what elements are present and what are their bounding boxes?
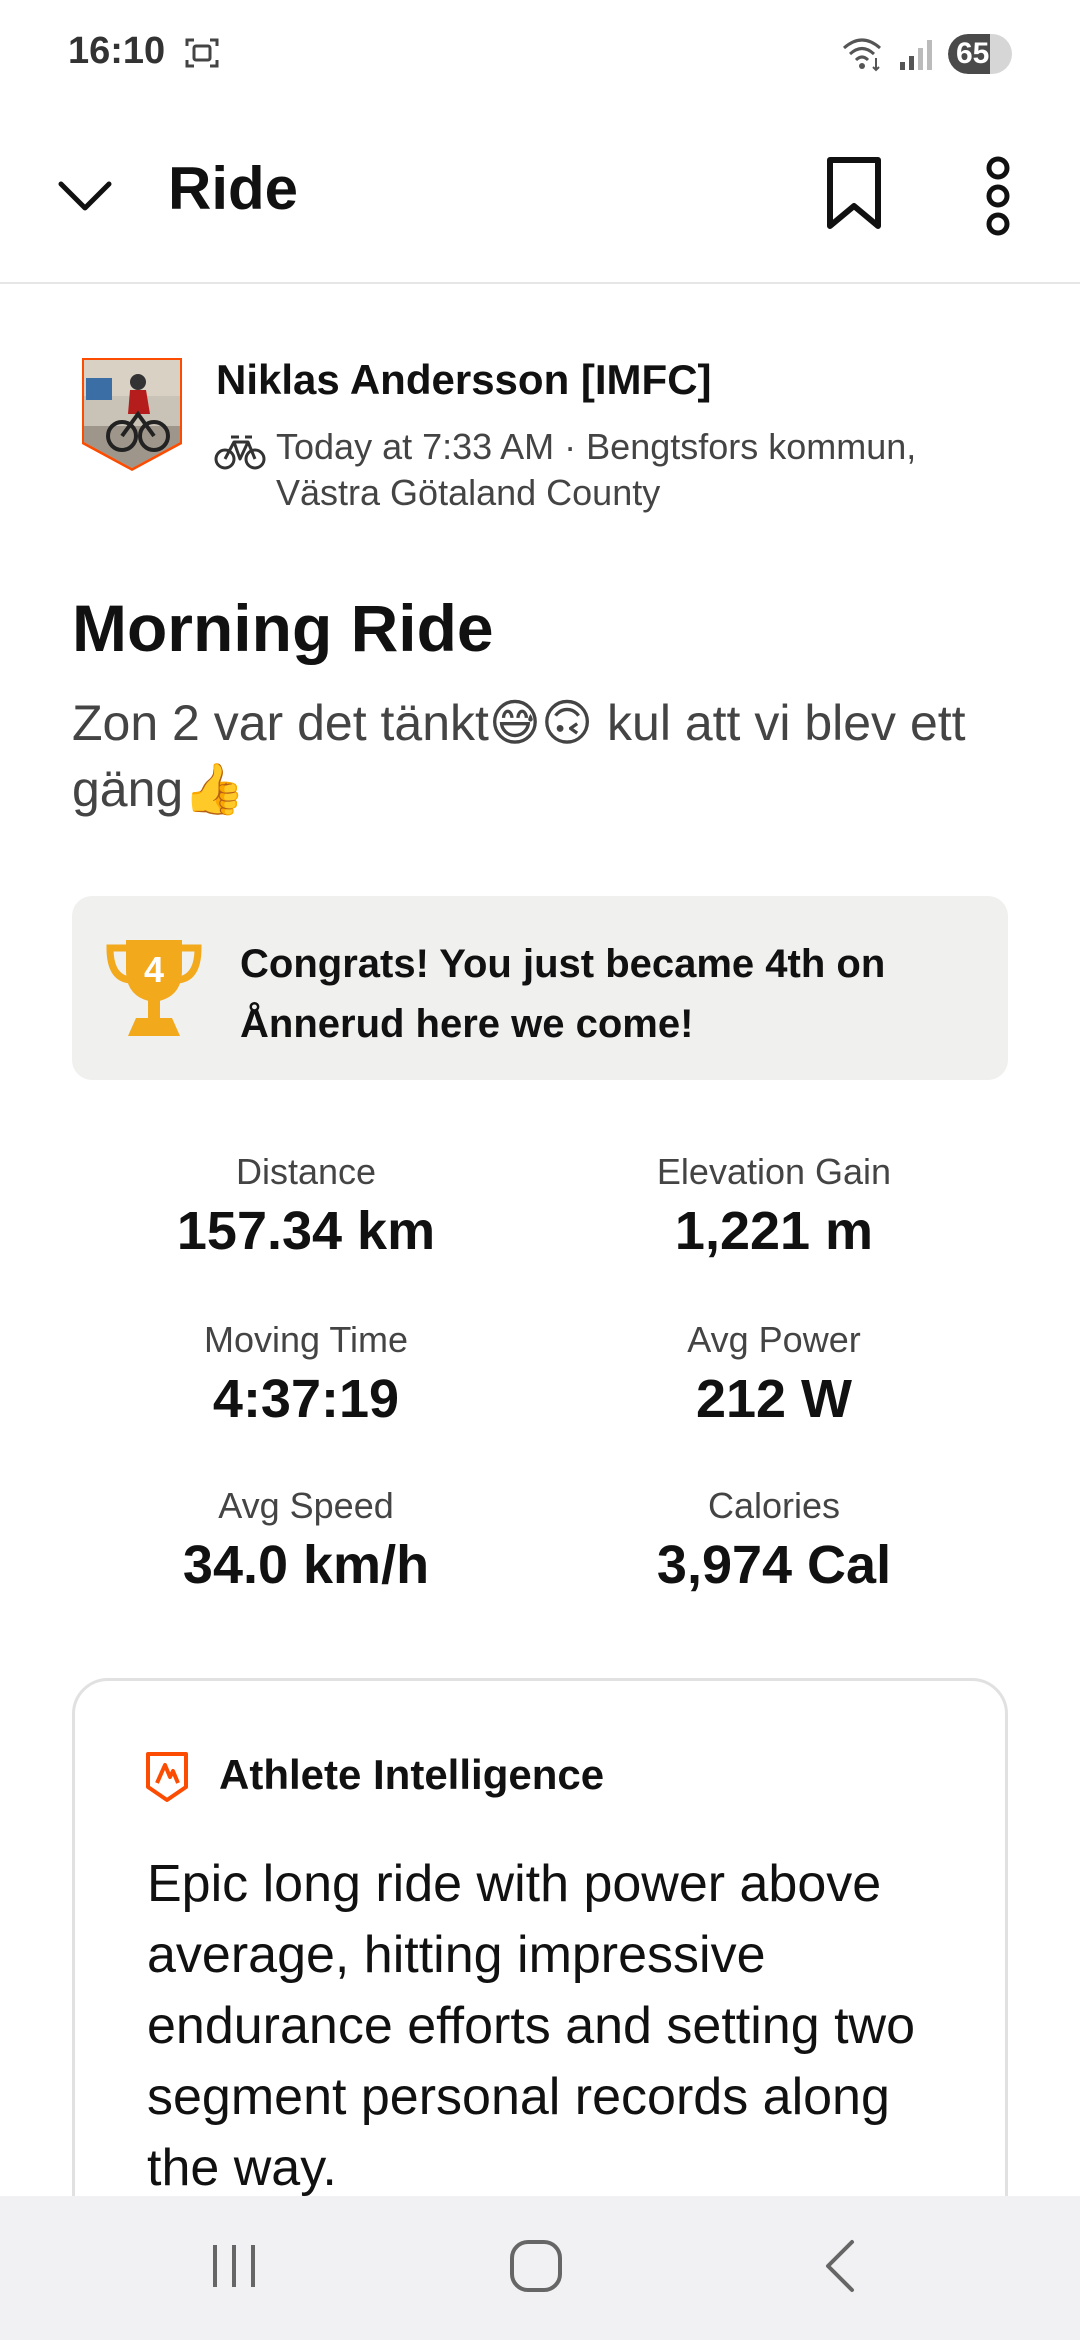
- athlete-intelligence-icon: [145, 1751, 189, 1803]
- stat-label: Distance: [235, 1151, 377, 1192]
- stat-label: Calories: [707, 1485, 841, 1526]
- stat-value: 34.0 km/h: [182, 1535, 430, 1595]
- back-icon: [820, 2238, 860, 2299]
- stat-label: Moving Time: [203, 1319, 409, 1360]
- bike-icon: [214, 432, 266, 472]
- achievement-card[interactable]: 4 Congrats! You just became 4th on Ånner…: [72, 896, 1008, 1080]
- trophy-icon: 4: [104, 936, 204, 1040]
- stat-value: 3,974 Cal: [656, 1535, 892, 1595]
- page-title: Ride: [168, 155, 299, 222]
- collapse-button[interactable]: [50, 158, 120, 238]
- athlete-intelligence-body: Epic long ride with power above average,…: [147, 1855, 915, 2197]
- stat-label: Avg Speed: [218, 1485, 394, 1526]
- battery-text: 65: [956, 37, 990, 70]
- stat-label: Avg Power: [687, 1319, 861, 1360]
- activity-description: Zon 2 var det tänkt😅🙃 kul att vi blev et…: [72, 695, 966, 817]
- signal-icon: [894, 34, 938, 74]
- stat-avg-power: Avg Power 212 W: [540, 1318, 1008, 1430]
- stat-value: 212 W: [695, 1369, 853, 1429]
- stat-value: 1,221 m: [674, 1201, 874, 1261]
- stat-value: 157.34 km: [176, 1201, 436, 1261]
- more-vertical-icon: [983, 156, 1013, 241]
- recents-icon: [209, 2241, 259, 2296]
- back-button[interactable]: [790, 2232, 890, 2304]
- achievement-text: Congrats! You just became 4th on Ånnerud…: [240, 942, 886, 1046]
- trophy-rank: 4: [144, 949, 164, 990]
- stat-distance: Distance 157.34 km: [72, 1150, 540, 1262]
- stat-label: Elevation Gain: [656, 1151, 892, 1192]
- screen-recorder-icon: [184, 36, 220, 70]
- chevron-down-icon: [55, 176, 115, 221]
- app-header: Ride: [0, 110, 1080, 284]
- recents-button[interactable]: [184, 2232, 284, 2304]
- status-time: 16:10: [68, 30, 166, 72]
- battery-icon: 65: [948, 34, 1012, 74]
- athlete-intelligence-heading: Athlete Intelligence: [219, 1751, 605, 1798]
- system-nav-bar: [0, 2196, 1080, 2340]
- athlete-name[interactable]: Niklas Andersson [IMFC]: [216, 356, 712, 404]
- status-icons: 65: [840, 32, 1012, 76]
- stat-avg-speed: Avg Speed 34.0 km/h: [72, 1484, 540, 1596]
- home-icon: [508, 2238, 564, 2299]
- status-bar: 16:10 65: [0, 0, 1080, 110]
- home-button[interactable]: [486, 2232, 586, 2304]
- more-options-button[interactable]: [968, 150, 1028, 246]
- avatar[interactable]: [80, 356, 184, 472]
- bookmark-icon: [824, 156, 884, 237]
- activity-meta: Today at 7:33 AM · Bengtsfors kommun, Vä…: [276, 426, 917, 513]
- stat-moving-time: Moving Time 4:37:19: [72, 1318, 540, 1430]
- stat-elevation-gain: Elevation Gain 1,221 m: [540, 1150, 1008, 1262]
- stat-value: 4:37:19: [212, 1369, 400, 1429]
- bookmark-button[interactable]: [816, 148, 892, 244]
- stat-calories: Calories 3,974 Cal: [540, 1484, 1008, 1596]
- wifi-icon: [840, 34, 884, 74]
- activity-title: Morning Ride: [72, 591, 494, 665]
